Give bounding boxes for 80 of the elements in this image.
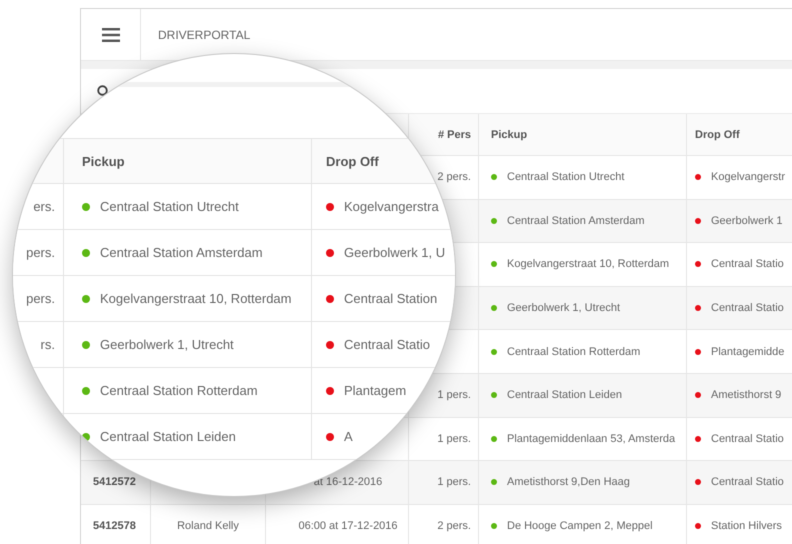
pickup-marker <box>82 386 90 394</box>
pickup-address: Centraal Station Utrecht <box>100 199 239 214</box>
person-count: 1 pers. <box>437 432 471 445</box>
dropoff-marker <box>326 202 334 210</box>
dropoff-address: Plantagemidde <box>711 346 784 358</box>
pickup-address: Centraal Station Rotterdam <box>100 383 258 398</box>
pickup-marker <box>82 432 90 440</box>
column-header: Drop Off <box>326 154 379 168</box>
menu-icon[interactable] <box>102 28 120 42</box>
dropoff-marker <box>695 523 701 530</box>
dropoff-address: A <box>344 429 353 444</box>
dropoff-address: Ametisthorst 9 <box>711 389 782 402</box>
dropoff-marker <box>695 392 701 398</box>
pickup-address: Centraal Station Amsterdam <box>100 245 263 260</box>
pickup-address: Centraal Station Leiden <box>507 389 622 402</box>
pickup-marker <box>491 392 497 398</box>
pickup-address: Centraal Station Leiden <box>100 429 236 444</box>
booking-id: 5412572 <box>93 476 136 488</box>
pickup-marker <box>491 305 497 312</box>
pickup-address: Geerbolwerk 1, Utrecht <box>100 337 234 352</box>
dropoff-marker <box>326 294 334 302</box>
person-count: pers. <box>26 245 55 260</box>
person-count: 1 pers. <box>437 389 471 402</box>
pickup-marker <box>491 218 497 224</box>
pickup-address: Centraal Station Amsterdam <box>507 214 645 227</box>
dropoff-marker <box>695 479 701 486</box>
driver-name: Roland Kelly <box>177 520 239 532</box>
dropoff-marker <box>326 248 334 256</box>
pickup-address: Centraal Station Utrecht <box>507 171 624 184</box>
pickup-marker <box>491 348 497 355</box>
pickup-address: Kogelvangerstraat 10, Rotterdam <box>100 291 292 306</box>
pickup-time: 06:00 at 17-12-2016 <box>298 520 398 532</box>
dropoff-marker <box>695 218 701 224</box>
pickup-marker <box>82 248 90 256</box>
dropoff-marker <box>695 436 701 442</box>
dropoff-address: Geerbolwerk 1 <box>711 214 783 227</box>
dropoff-address: Centraal Statio <box>711 432 784 445</box>
pickup-marker <box>491 174 497 180</box>
pickup-marker <box>491 479 497 486</box>
dropoff-address: Centraal Statio <box>711 258 784 270</box>
pickup-address: Kogelvangerstraat 10, Rotterdam <box>507 258 670 270</box>
pickup-address: Ametisthorst 9,Den Haag <box>507 476 630 488</box>
pickup-address: Geerbolwerk 1, Utrecht <box>507 302 620 314</box>
pickup-marker <box>491 523 497 530</box>
dropoff-marker <box>695 261 701 268</box>
dropoff-address: Centraal Statio <box>711 302 784 314</box>
pickup-marker <box>82 294 90 302</box>
person-count: 2 pers. <box>437 171 471 184</box>
person-count: pers. <box>26 291 55 306</box>
dropoff-address: Centraal Statio <box>344 337 430 352</box>
dropoff-address: Kogelvangerstra <box>344 199 439 214</box>
dropoff-address: Geerbolwerk 1, U <box>344 245 446 260</box>
dropoff-address: Centraal Station <box>344 291 438 306</box>
dropoff-marker <box>326 432 334 440</box>
dropoff-marker <box>326 340 334 348</box>
pickup-address: Plantagemiddenlaan 53, Amsterda <box>507 432 676 445</box>
person-count: 1 pers. <box>437 476 471 488</box>
pickup-address: Centraal Station Rotterdam <box>507 346 640 358</box>
column-header: # Pers <box>438 128 471 140</box>
dropoff-address: Plantagem <box>344 383 406 398</box>
dropoff-address: Centraal Statio <box>711 476 784 488</box>
pickup-marker <box>491 436 497 442</box>
column-header: Drop Off <box>695 128 740 140</box>
dropoff-marker <box>695 174 701 180</box>
dropoff-address: Station Hilvers <box>711 520 782 532</box>
dropoff-address: Kogelvangerstr <box>711 171 785 184</box>
pickup-address: De Hooge Campen 2, Meppel <box>507 520 653 532</box>
column-header: Pickup <box>491 128 528 140</box>
pickup-marker <box>491 261 497 268</box>
person-count: ers. <box>33 199 55 214</box>
column-header: Pickup <box>82 154 125 168</box>
app-title: DRIVERPORTAL <box>158 28 250 42</box>
pickup-marker <box>82 202 90 210</box>
booking-id: 5412578 <box>93 520 136 532</box>
pickup-marker <box>82 340 90 348</box>
dropoff-marker <box>695 305 701 312</box>
dropoff-marker <box>326 386 334 394</box>
person-count: rs. <box>40 337 55 352</box>
dropoff-marker <box>695 348 701 355</box>
person-count: 2 pers. <box>437 520 471 532</box>
